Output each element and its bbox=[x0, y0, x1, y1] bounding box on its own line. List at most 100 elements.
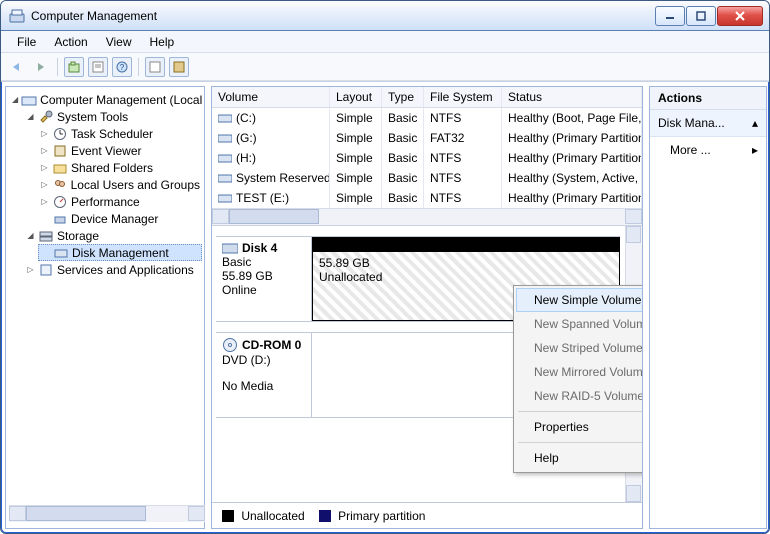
collapse-icon[interactable]: ▴ bbox=[752, 116, 758, 130]
navigation-tree-pane: ◢ Computer Management (Local ◢ System To… bbox=[5, 86, 205, 529]
column-volume[interactable]: Volume bbox=[212, 87, 330, 107]
toolbar: ? bbox=[1, 53, 769, 81]
disk-name: CD-ROM 0 bbox=[242, 338, 301, 352]
svg-text:?: ? bbox=[120, 63, 125, 72]
volume-list-hscrollbar[interactable] bbox=[212, 208, 642, 225]
scroll-thumb[interactable] bbox=[26, 506, 146, 521]
menu-help[interactable]: Help bbox=[142, 33, 183, 51]
expand-icon[interactable]: ▷ bbox=[40, 146, 49, 155]
center-pane: Volume Layout Type File System Status (C… bbox=[211, 86, 643, 529]
tree-local-users[interactable]: ▷ Local Users and Groups bbox=[38, 176, 202, 193]
tree-services[interactable]: ▷ Services and Applications bbox=[24, 261, 202, 278]
column-layout[interactable]: Layout bbox=[330, 87, 382, 107]
tree-event-viewer[interactable]: ▷Event Viewer bbox=[38, 142, 202, 159]
actions-group[interactable]: Disk Mana... ▴ bbox=[650, 110, 766, 137]
unallocated-region[interactable]: 55.89 GB Unallocated New Simple Volume..… bbox=[312, 251, 620, 321]
actions-more[interactable]: More ... ▸ bbox=[650, 137, 766, 163]
legend-item-unallocated: Unallocated bbox=[222, 509, 305, 523]
volume-icon bbox=[218, 112, 232, 124]
disk-info[interactable]: CD-ROM 0 DVD (D:) No Media bbox=[216, 333, 312, 417]
disk-row-disk4: Disk 4 Basic 55.89 GB Online 55.89 GB Un… bbox=[216, 236, 620, 322]
ctx-help[interactable]: Help bbox=[516, 446, 642, 470]
volume-name: TEST (E:) bbox=[236, 191, 289, 205]
expand-icon[interactable]: ◢ bbox=[26, 231, 35, 240]
toolbar-help-button[interactable]: ? bbox=[112, 57, 132, 77]
cell-type: Basic bbox=[382, 108, 424, 128]
volume-row[interactable]: (H:)SimpleBasicNTFSHealthy (Primary Part… bbox=[212, 148, 642, 168]
legend-item-primary: Primary partition bbox=[319, 509, 426, 523]
volume-row[interactable]: (G:)SimpleBasicFAT32Healthy (Primary Par… bbox=[212, 128, 642, 148]
region-state: Unallocated bbox=[319, 270, 613, 284]
tree-shared-folders[interactable]: ▷Shared Folders bbox=[38, 159, 202, 176]
volume-list-header[interactable]: Volume Layout Type File System Status bbox=[212, 87, 642, 108]
toolbar-settings-button[interactable] bbox=[169, 57, 189, 77]
legend-swatch-primary bbox=[319, 510, 331, 522]
expand-icon[interactable]: ▷ bbox=[40, 129, 49, 138]
column-status[interactable]: Status bbox=[502, 87, 642, 107]
tree-label: Local Users and Groups bbox=[71, 178, 200, 192]
disk-status: Online bbox=[222, 283, 305, 297]
column-type[interactable]: Type bbox=[382, 87, 424, 107]
ctx-properties[interactable]: Properties bbox=[516, 415, 642, 439]
expand-icon[interactable]: ▷ bbox=[40, 163, 49, 172]
volume-row[interactable]: System ReservedSimpleBasicNTFSHealthy (S… bbox=[212, 168, 642, 188]
volume-row[interactable]: (C:)SimpleBasicNTFSHealthy (Boot, Page F… bbox=[212, 108, 642, 128]
expand-icon[interactable]: ▷ bbox=[40, 180, 49, 189]
scroll-left-button[interactable] bbox=[9, 506, 26, 521]
tree-storage[interactable]: ◢ Storage bbox=[24, 227, 202, 244]
disk-type: Basic bbox=[222, 255, 305, 269]
cell-type: Basic bbox=[382, 148, 424, 168]
spacer bbox=[222, 367, 305, 379]
expand-icon[interactable]: ◢ bbox=[26, 112, 35, 121]
scroll-down-button[interactable] bbox=[626, 485, 641, 502]
scroll-thumb[interactable] bbox=[229, 209, 319, 224]
toolbar-properties-button[interactable] bbox=[88, 57, 108, 77]
menu-action[interactable]: Action bbox=[46, 33, 95, 51]
toolbar-back-button[interactable] bbox=[7, 57, 27, 77]
tree-hscrollbar[interactable] bbox=[9, 505, 205, 522]
unallocated-stripe bbox=[312, 237, 620, 251]
volume-row[interactable]: TEST (E:)SimpleBasicNTFSHealthy (Primary… bbox=[212, 188, 642, 208]
tree-label: Task Scheduler bbox=[71, 127, 153, 141]
cell-status: Healthy (Primary Partition) bbox=[502, 128, 642, 148]
tree-disk-management[interactable]: Disk Management bbox=[38, 244, 202, 261]
cell-layout: Simple bbox=[330, 168, 382, 188]
tree-label: Disk Management bbox=[72, 246, 169, 260]
disk-icon bbox=[53, 246, 69, 260]
tree-device-manager[interactable]: Device Manager bbox=[38, 210, 202, 227]
menu-file[interactable]: File bbox=[9, 33, 44, 51]
toolbar-forward-button[interactable] bbox=[31, 57, 51, 77]
menu-view[interactable]: View bbox=[98, 33, 140, 51]
minimize-button[interactable] bbox=[655, 6, 685, 26]
disk-name: Disk 4 bbox=[242, 241, 277, 255]
tree-task-scheduler[interactable]: ▷ Task Scheduler bbox=[38, 125, 202, 142]
expand-icon[interactable]: ▷ bbox=[26, 265, 35, 274]
window-controls bbox=[655, 6, 763, 26]
scroll-up-button[interactable] bbox=[626, 226, 641, 243]
toolbar-up-button[interactable] bbox=[64, 57, 84, 77]
device-icon bbox=[52, 212, 68, 226]
tree-label: Performance bbox=[71, 195, 140, 209]
expand-icon[interactable]: ◢ bbox=[12, 95, 18, 104]
scroll-left-button[interactable] bbox=[212, 209, 229, 224]
ctx-new-simple-volume[interactable]: New Simple Volume... bbox=[516, 288, 642, 312]
toolbar-refresh-button[interactable] bbox=[145, 57, 165, 77]
folder-icon bbox=[52, 161, 68, 175]
volume-name: (H:) bbox=[236, 151, 256, 165]
close-button[interactable] bbox=[717, 6, 763, 26]
disk-info[interactable]: Disk 4 Basic 55.89 GB Online bbox=[216, 237, 312, 321]
scroll-right-button[interactable] bbox=[625, 209, 642, 224]
column-filesystem[interactable]: File System bbox=[424, 87, 502, 107]
tree-system-tools[interactable]: ◢ System Tools bbox=[24, 108, 202, 125]
gauge-icon bbox=[52, 195, 68, 209]
navigation-tree[interactable]: ◢ Computer Management (Local ◢ System To… bbox=[8, 91, 202, 278]
scroll-right-button[interactable] bbox=[188, 506, 205, 521]
region-size: 55.89 GB bbox=[319, 256, 613, 270]
tools-icon bbox=[38, 110, 54, 124]
tree-root[interactable]: ◢ Computer Management (Local bbox=[10, 91, 202, 108]
maximize-button[interactable] bbox=[686, 6, 716, 26]
tree-performance[interactable]: ▷ Performance bbox=[38, 193, 202, 210]
menubar: File Action View Help bbox=[1, 31, 769, 53]
blank-icon bbox=[41, 248, 50, 257]
expand-icon[interactable]: ▷ bbox=[40, 197, 49, 206]
